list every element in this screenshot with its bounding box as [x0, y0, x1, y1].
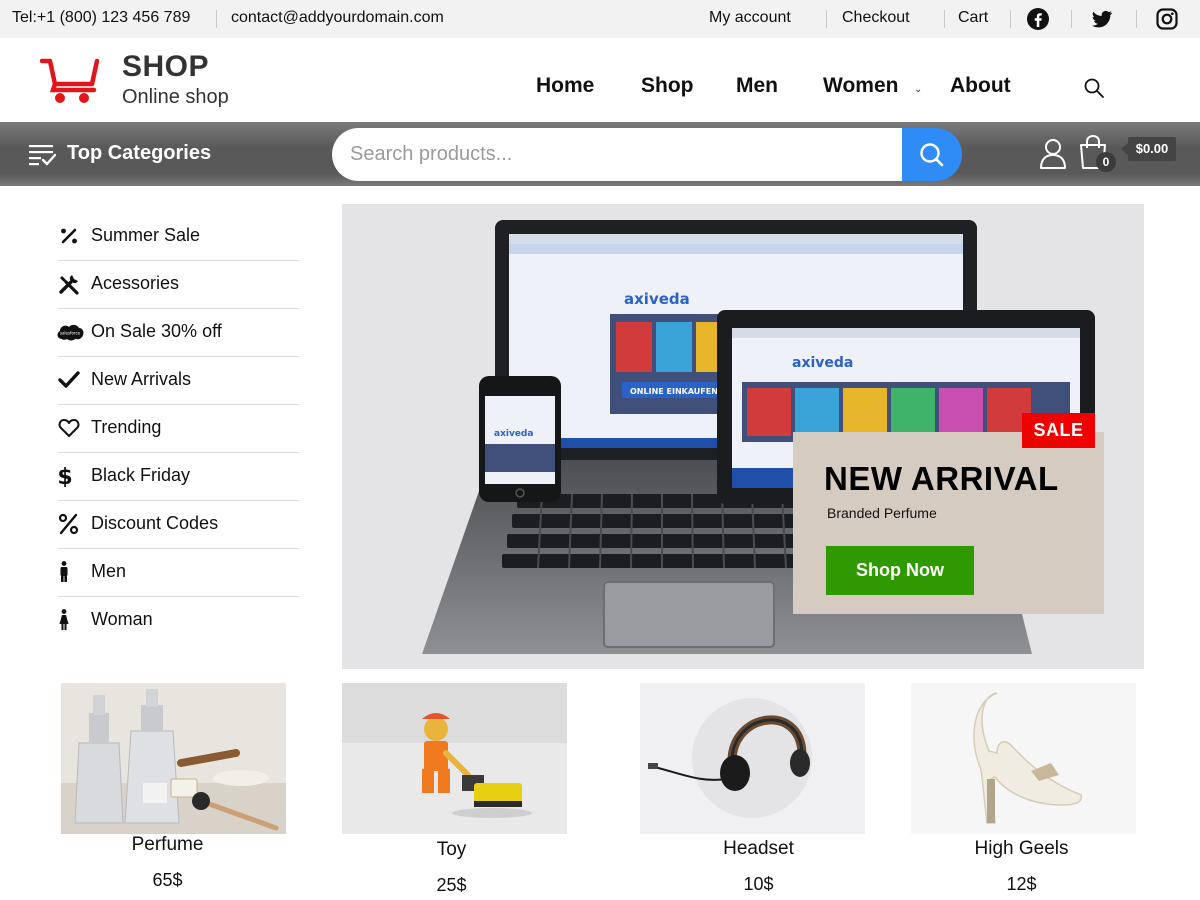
sidebar-item-men[interactable]: Men: [58, 549, 299, 597]
top-utility-bar: Tel:+1 (800) 123 456 789 contact@addyour…: [0, 0, 1200, 38]
product-image-high-heels[interactable]: [911, 683, 1136, 834]
sidebar-item-label: Trending: [91, 417, 162, 437]
product-name[interactable]: Toy: [339, 839, 564, 861]
nav-about[interactable]: About: [950, 74, 1011, 98]
sidebar-item-on-sale[interactable]: salesforce On Sale 30% off: [57, 309, 299, 357]
divider: [216, 10, 217, 28]
svg-text:$: $: [58, 465, 73, 487]
sidebar-item-label: Woman: [91, 609, 153, 629]
sidebar-item-accessories[interactable]: Acessories: [58, 261, 299, 309]
tools-icon: [59, 275, 79, 295]
instagram-icon[interactable]: [1155, 7, 1179, 31]
product-image-toy[interactable]: [342, 683, 567, 834]
divider: [1136, 10, 1137, 28]
sidebar-item-discount-codes[interactable]: Discount Codes: [58, 501, 299, 549]
svg-text:salesforce: salesforce: [60, 331, 81, 336]
product-price: 10$: [743, 874, 774, 894]
top-categories-label[interactable]: Top Categories: [67, 142, 211, 165]
percent-icon: [58, 513, 79, 535]
nav-home[interactable]: Home: [536, 74, 594, 98]
sidebar-item-label: Summer Sale: [91, 225, 201, 245]
my-account-link[interactable]: My account: [709, 9, 791, 27]
svg-text:axiveda: axiveda: [494, 429, 533, 439]
nav-shop[interactable]: Shop: [641, 74, 694, 98]
product-price: 12$: [1006, 874, 1037, 894]
perfume-image: [61, 683, 286, 834]
male-icon: [60, 561, 68, 582]
search-button[interactable]: [902, 128, 962, 181]
category-search-bar: Top Categories 0 $0.00: [0, 122, 1200, 186]
high-heels-image: [911, 683, 1136, 834]
divider: [944, 10, 945, 28]
cart-link[interactable]: Cart: [958, 9, 988, 27]
screen-brand-text: axiveda: [624, 290, 690, 308]
screen-tagline-text: ONLINE EINKAUFEN: [630, 387, 718, 396]
shop-now-button[interactable]: Shop Now: [826, 546, 974, 595]
search-input[interactable]: [350, 128, 890, 181]
sidebar-item-summer-sale[interactable]: Summer Sale: [58, 213, 299, 261]
contact-email[interactable]: contact@addyourdomain.com: [231, 9, 444, 27]
search-icon[interactable]: [1083, 77, 1105, 99]
sidebar-item-label: New Arrivals: [91, 369, 192, 389]
product-search-box: [332, 128, 902, 181]
product-price: 65$: [152, 870, 183, 890]
facebook-icon[interactable]: [1026, 7, 1050, 31]
sidebar-item-trending[interactable]: Trending: [58, 405, 299, 453]
divider: [1071, 10, 1072, 28]
sale-badge: SALE: [1022, 413, 1095, 448]
sidebar-item-label: Men: [91, 561, 127, 581]
cart-total[interactable]: $0.00: [1121, 137, 1176, 161]
heart-icon: [58, 419, 80, 437]
nav-men[interactable]: Men: [736, 74, 778, 98]
check-icon: [58, 371, 80, 388]
product-image-perfume[interactable]: [61, 683, 286, 834]
salesforce-cloud-icon: salesforce: [57, 324, 84, 341]
user-account-icon[interactable]: [1038, 138, 1068, 170]
category-sidebar: Summer Sale Acessories salesforce On Sal…: [57, 213, 299, 645]
brand-tagline: Online shop: [122, 86, 229, 108]
shopping-cart-logo-icon[interactable]: [40, 56, 102, 104]
sidebar-item-woman[interactable]: Woman: [58, 597, 299, 645]
search-icon: [920, 143, 944, 167]
cart-count-badge: 0: [1096, 152, 1116, 172]
product-name[interactable]: High Geels: [909, 838, 1134, 860]
toy-image: [342, 683, 567, 834]
checkout-link[interactable]: Checkout: [842, 9, 910, 27]
product-image-headset[interactable]: [640, 683, 865, 834]
sidebar-item-label: Discount Codes: [91, 513, 219, 533]
brand-name[interactable]: SHOP: [122, 50, 209, 84]
sidebar-item-label: Black Friday: [91, 465, 191, 485]
product-name[interactable]: Perfume: [55, 834, 280, 856]
sidebar-item-new-arrivals[interactable]: New Arrivals: [58, 357, 299, 405]
nav-women[interactable]: Women: [823, 74, 898, 98]
chevron-down-icon[interactable]: ⌄: [914, 84, 922, 95]
dollar-icon: $: [58, 465, 73, 487]
sidebar-item-label: On Sale 30% off: [91, 321, 222, 341]
percent-tag-icon: [61, 228, 77, 244]
promo-title: NEW ARRIVAL: [824, 460, 1059, 497]
divider: [826, 10, 827, 28]
product-price: 25$: [436, 875, 467, 895]
product-name[interactable]: Headset: [646, 838, 871, 860]
site-header: SHOP Online shop Home Shop Men Women ⌄ A…: [0, 38, 1200, 122]
headset-image: [640, 683, 865, 834]
promo-subtitle: Branded Perfume: [827, 505, 937, 521]
sidebar-item-black-friday[interactable]: $ Black Friday: [58, 453, 299, 501]
category-list-icon[interactable]: [28, 143, 56, 167]
divider: [1010, 10, 1011, 28]
twitter-icon[interactable]: [1090, 7, 1114, 31]
female-icon: [59, 609, 69, 630]
phone-number: Tel:+1 (800) 123 456 789: [12, 9, 191, 26]
svg-text:axiveda: axiveda: [792, 355, 853, 371]
sidebar-item-label: Acessories: [91, 273, 180, 293]
